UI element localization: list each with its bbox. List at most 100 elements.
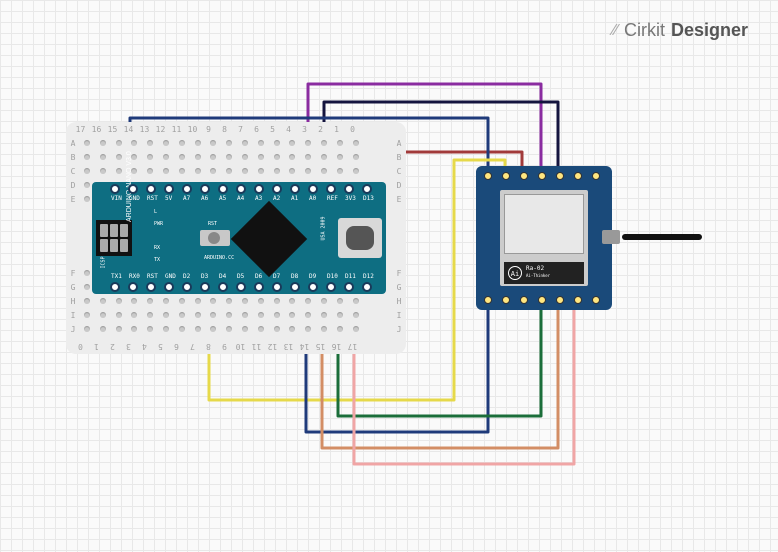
bb-hole[interactable] (242, 298, 248, 304)
bb-hole[interactable] (274, 140, 280, 146)
bb-hole[interactable] (131, 312, 137, 318)
bb-hole[interactable] (337, 312, 343, 318)
nano-pin-ref[interactable] (326, 184, 336, 194)
lora-antenna-connector[interactable] (602, 230, 620, 244)
bb-hole[interactable] (226, 298, 232, 304)
nano-pin-a7[interactable] (182, 184, 192, 194)
bb-hole[interactable] (210, 168, 216, 174)
nano-pin-tx1[interactable] (110, 282, 120, 292)
bb-hole[interactable] (226, 326, 232, 332)
nano-pin-a0[interactable] (308, 184, 318, 194)
bb-hole[interactable] (179, 140, 185, 146)
nano-pin-rx0[interactable] (128, 282, 138, 292)
lora-pin-mosi[interactable] (520, 296, 528, 304)
bb-hole[interactable] (116, 312, 122, 318)
bb-hole[interactable] (116, 140, 122, 146)
bb-hole[interactable] (163, 326, 169, 332)
bb-hole[interactable] (84, 312, 90, 318)
bb-hole[interactable] (84, 196, 90, 202)
arduino-nano[interactable]: ICSP ARDUINO NANO V3.0 ARDUINO.CC RST US… (92, 182, 386, 294)
bb-hole[interactable] (147, 140, 153, 146)
lora-pin-nss[interactable] (502, 296, 510, 304)
bb-hole[interactable] (210, 326, 216, 332)
bb-hole[interactable] (337, 326, 343, 332)
bb-hole[interactable] (305, 298, 311, 304)
nano-pin-rst[interactable] (146, 184, 156, 194)
bb-hole[interactable] (321, 140, 327, 146)
lora-pin-dio4[interactable] (574, 296, 582, 304)
bb-hole[interactable] (179, 312, 185, 318)
bb-hole[interactable] (274, 312, 280, 318)
bb-hole[interactable] (195, 298, 201, 304)
bb-hole[interactable] (84, 154, 90, 160)
bb-hole[interactable] (100, 168, 106, 174)
bb-hole[interactable] (84, 284, 90, 290)
bb-hole[interactable] (147, 298, 153, 304)
bb-hole[interactable] (337, 154, 343, 160)
bb-hole[interactable] (289, 154, 295, 160)
nano-pin-d11[interactable] (344, 282, 354, 292)
nano-pin-d12[interactable] (362, 282, 372, 292)
bb-hole[interactable] (274, 326, 280, 332)
bb-hole[interactable] (258, 326, 264, 332)
bb-hole[interactable] (242, 154, 248, 160)
bb-hole[interactable] (131, 298, 137, 304)
bb-hole[interactable] (100, 298, 106, 304)
bb-hole[interactable] (195, 312, 201, 318)
bb-hole[interactable] (100, 140, 106, 146)
nano-pin-3v3[interactable] (344, 184, 354, 194)
bb-hole[interactable] (321, 312, 327, 318)
bb-hole[interactable] (321, 326, 327, 332)
nano-pin-gnd[interactable] (128, 184, 138, 194)
bb-hole[interactable] (289, 326, 295, 332)
bb-hole[interactable] (195, 168, 201, 174)
nano-pin-d10[interactable] (326, 282, 336, 292)
bb-hole[interactable] (242, 326, 248, 332)
bb-hole[interactable] (258, 168, 264, 174)
bb-hole[interactable] (84, 326, 90, 332)
nano-pin-vin[interactable] (110, 184, 120, 194)
nano-pin-d2[interactable] (182, 282, 192, 292)
bb-hole[interactable] (84, 140, 90, 146)
bb-hole[interactable] (305, 140, 311, 146)
bb-hole[interactable] (84, 298, 90, 304)
lora-pin-3v3[interactable] (502, 172, 510, 180)
bb-hole[interactable] (147, 154, 153, 160)
bb-hole[interactable] (100, 312, 106, 318)
bb-hole[interactable] (131, 326, 137, 332)
nano-pin-d13[interactable] (362, 184, 372, 194)
nano-icsp-header[interactable] (96, 220, 132, 256)
nano-pin-d7[interactable] (272, 282, 282, 292)
lora-pin-rst[interactable] (520, 172, 528, 180)
bb-hole[interactable] (274, 168, 280, 174)
lora-pin-dio0[interactable] (538, 172, 546, 180)
lora-pin-gnd-tl[interactable] (484, 172, 492, 180)
nano-reset-button[interactable] (200, 230, 230, 246)
bb-hole[interactable] (226, 312, 232, 318)
nano-pin-d8[interactable] (290, 282, 300, 292)
bb-hole[interactable] (131, 140, 137, 146)
bb-hole[interactable] (163, 154, 169, 160)
bb-hole[interactable] (163, 168, 169, 174)
bb-hole[interactable] (337, 140, 343, 146)
bb-hole[interactable] (305, 154, 311, 160)
bb-hole[interactable] (163, 298, 169, 304)
bb-hole[interactable] (116, 168, 122, 174)
bb-hole[interactable] (353, 154, 359, 160)
lora-pin-dio2[interactable] (574, 172, 582, 180)
nano-pin-a4[interactable] (236, 184, 246, 194)
bb-hole[interactable] (163, 312, 169, 318)
lora-pin-gnd-br[interactable] (592, 296, 600, 304)
nano-pin-d4[interactable] (218, 282, 228, 292)
bb-hole[interactable] (210, 140, 216, 146)
circuit-canvas[interactable]: ⁄⁄ Cirkit Designer 17 16 15 14 13 12 (0, 0, 778, 552)
bb-hole[interactable] (195, 154, 201, 160)
nano-pin-a1[interactable] (290, 184, 300, 194)
bb-hole[interactable] (321, 298, 327, 304)
bb-hole[interactable] (179, 298, 185, 304)
bb-hole[interactable] (179, 326, 185, 332)
bb-hole[interactable] (353, 326, 359, 332)
bb-hole[interactable] (274, 298, 280, 304)
lora-pin-sck[interactable] (556, 296, 564, 304)
bb-hole[interactable] (242, 168, 248, 174)
